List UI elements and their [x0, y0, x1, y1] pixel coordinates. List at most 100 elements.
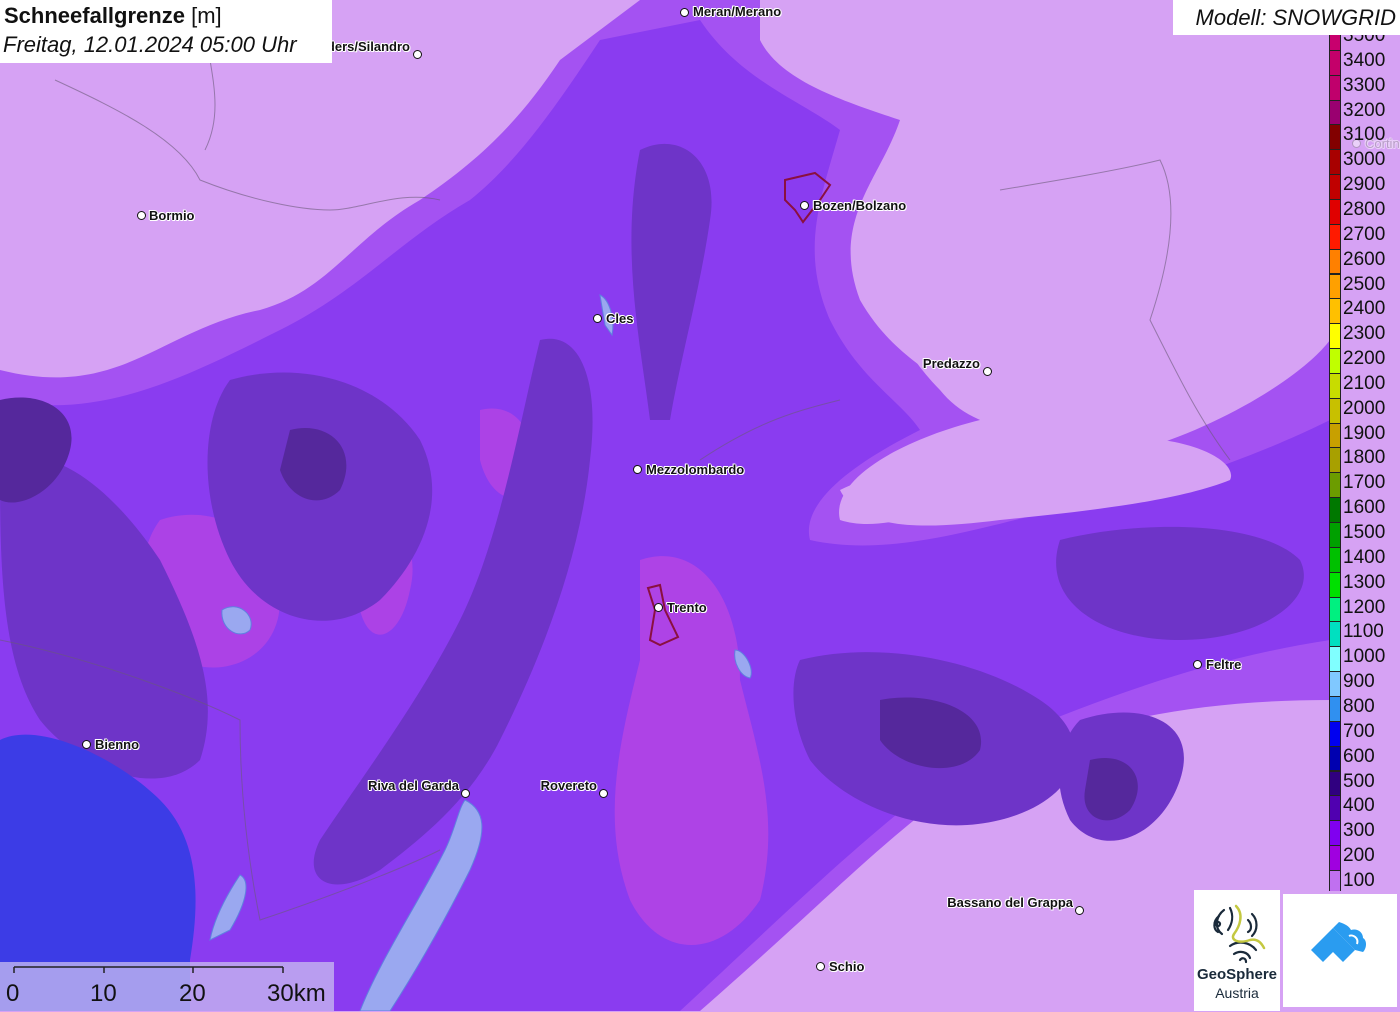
city-label: Riva del Garda [367, 778, 459, 793]
legend-label-1200: 1200 [1343, 596, 1386, 618]
legend-swatch-300 [1329, 820, 1341, 847]
legend-swatch-500 [1329, 770, 1341, 797]
city-label: Rovereto [540, 778, 597, 793]
map-datetime: Freitag, 12.01.2024 05:00 Uhr [3, 32, 297, 57]
legend-label-3000: 3000 [1343, 149, 1386, 171]
city-label: Mezzolombardo [646, 462, 745, 477]
legend-label-1900: 1900 [1343, 422, 1386, 444]
legend-swatch-1500 [1329, 522, 1341, 548]
city-label: Predazzo [922, 356, 980, 371]
legend-label-2800: 2800 [1343, 198, 1386, 220]
snowfall-map[interactable] [0, 0, 1400, 1011]
legend-label-1400: 1400 [1343, 546, 1386, 568]
legend-swatch-2100 [1329, 372, 1341, 399]
legend-swatch-1100 [1329, 621, 1341, 648]
scale-tick-0: 0 [6, 980, 20, 1007]
legend-label-2000: 2000 [1343, 397, 1386, 419]
geosphere-emblem-icon [1213, 904, 1266, 964]
legend-swatch-2300 [1329, 323, 1341, 350]
legend-swatch-1800 [1329, 447, 1341, 474]
legend-label-3300: 3300 [1343, 74, 1386, 96]
legend-swatch-400 [1329, 795, 1341, 822]
legend-label-1000: 1000 [1343, 646, 1386, 668]
legend-label-2300: 2300 [1343, 323, 1386, 345]
color-legend: 3500 3400 3300 3200 3100 3000 2900 2800 2700 2600… [1329, 35, 1400, 891]
scale-tick-20: 20 [179, 980, 206, 1007]
legend-swatch-2700 [1329, 223, 1341, 250]
city-label: Bienno [95, 737, 140, 752]
legend-label-3200: 3200 [1343, 99, 1386, 121]
legend-swatch-2600 [1329, 248, 1341, 275]
legend-swatch-3300 [1329, 74, 1341, 101]
scale-bar-line [13, 966, 284, 973]
legend-label-600: 600 [1343, 745, 1375, 767]
legend-swatch-2900 [1329, 174, 1341, 200]
geosphere-logo[interactable]: GeoSphere Austria [1194, 890, 1280, 1011]
legend-swatch-1400 [1329, 546, 1341, 573]
legend-label-100: 100 [1343, 869, 1375, 891]
legend-label-400: 400 [1343, 795, 1375, 817]
legend-swatch-600 [1329, 745, 1341, 772]
title-unit: [m] [191, 3, 222, 28]
legend-label-800: 800 [1343, 695, 1375, 717]
legend-label-3100: 3100 [1343, 124, 1386, 146]
legend-label-3400: 3400 [1343, 49, 1386, 71]
legend-label-2600: 2600 [1343, 248, 1386, 270]
city-label: Bozen/Bolzano [813, 198, 907, 213]
city-label: Schio [829, 959, 865, 974]
model-box: Modell: SNOWGRID [1173, 0, 1400, 35]
legend-label-1300: 1300 [1343, 571, 1386, 593]
scale-tick-10: 10 [90, 980, 117, 1007]
city-label: Trento [667, 600, 707, 615]
city-label: Cles [606, 311, 634, 326]
legend-swatch-700 [1329, 720, 1341, 747]
legend-label-1500: 1500 [1343, 522, 1386, 543]
legend-label-700: 700 [1343, 720, 1375, 742]
snowgrid-logo[interactable] [1283, 894, 1397, 1007]
legend-label-2700: 2700 [1343, 223, 1386, 245]
legend-swatch-3400 [1329, 49, 1341, 76]
legend-label-300: 300 [1343, 820, 1375, 842]
title-box: Schneefallgrenze [m] Freitag, 12.01.2024… [0, 0, 332, 63]
legend-swatch-1300 [1329, 571, 1341, 598]
model-label: Modell: SNOWGRID [1195, 5, 1396, 30]
legend-swatch-1700 [1329, 472, 1341, 499]
legend-swatch-900 [1329, 671, 1341, 697]
legend-label-2400: 2400 [1343, 298, 1386, 320]
legend-swatch-2500 [1329, 273, 1341, 300]
scale-tick-30: 30km [267, 980, 326, 1007]
legend-swatch-3100 [1329, 124, 1341, 151]
scale-bar: 0 10 20 30km [0, 962, 334, 1011]
legend-label-1800: 1800 [1343, 447, 1386, 469]
legend-label-200: 200 [1343, 845, 1375, 867]
legend-label-900: 900 [1343, 671, 1375, 693]
map-title: Schneefallgrenze [m] [4, 3, 222, 29]
legend-swatch-2400 [1329, 298, 1341, 325]
title-main: Schneefallgrenze [4, 3, 185, 28]
city-label: Feltre [1206, 657, 1242, 672]
legend-swatch-800 [1329, 695, 1341, 722]
legend-label-2100: 2100 [1343, 372, 1386, 394]
geosphere-country: Austria [1215, 985, 1259, 1001]
legend-swatch-1200 [1329, 596, 1341, 623]
legend-label-500: 500 [1343, 770, 1375, 792]
city-label: Meran/Merano [693, 4, 782, 19]
legend-label-2500: 2500 [1343, 273, 1386, 295]
city-label: Bassano del Grappa [947, 895, 1073, 910]
geosphere-name: GeoSphere [1196, 966, 1278, 983]
legend-label-1700: 1700 [1343, 472, 1386, 494]
legend-swatch-1900 [1329, 422, 1341, 449]
legend-swatch-1000 [1329, 646, 1341, 673]
legend-swatch-2200 [1329, 348, 1341, 374]
legend-label-2200: 2200 [1343, 348, 1386, 370]
legend-swatch-3200 [1329, 99, 1341, 126]
legend-swatch-2000 [1329, 397, 1341, 424]
legend-label-2900: 2900 [1343, 174, 1386, 196]
legend-swatch-200 [1329, 845, 1341, 871]
legend-swatch-3000 [1329, 149, 1341, 176]
legend-swatch-2800 [1329, 198, 1341, 225]
legend-swatch-1600 [1329, 497, 1341, 523]
city-label: Bormio [149, 208, 195, 223]
legend-label-1600: 1600 [1343, 497, 1386, 519]
mountain-cloud-icon [1311, 922, 1366, 962]
